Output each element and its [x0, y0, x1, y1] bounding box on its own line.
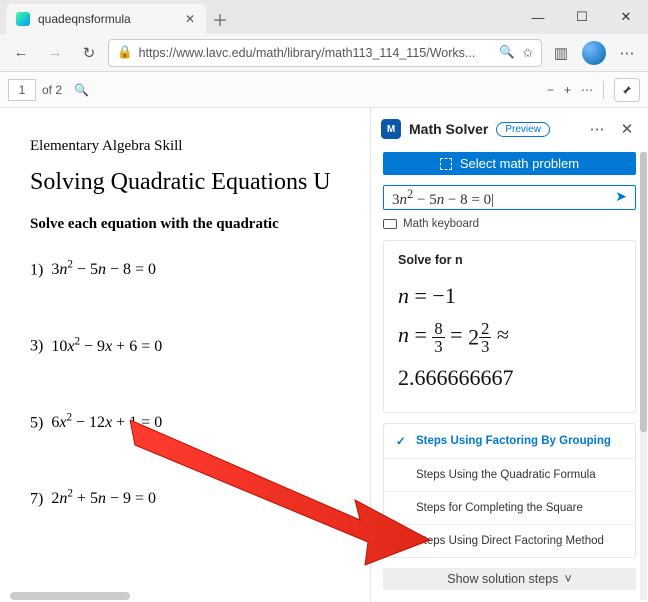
address-bar: ← → ↻ 🔒 https://www.lavc.edu/math/librar… — [0, 34, 648, 72]
pdf-heading: Solving Quadratic Equations U — [30, 169, 360, 196]
crop-icon — [440, 158, 452, 170]
equation-7: 7) 2n2 + 5n − 9 = 0 — [30, 488, 360, 508]
panel-title: Math Solver — [409, 121, 488, 137]
math-keyboard-label: Math keyboard — [403, 218, 479, 230]
solve-for-label: Solve for n — [398, 253, 621, 267]
pdf-search-icon[interactable]: 🔍 — [74, 83, 89, 97]
window-titlebar: quadeqnsformula ✕ ＋ — ☐ ✕ — [0, 0, 648, 34]
window-close-button[interactable]: ✕ — [604, 0, 648, 34]
tab-favicon — [16, 12, 30, 26]
equation-3: 3) 10x2 − 9x + 6 = 0 — [30, 335, 360, 355]
equation-5: 5) 6x2 − 12x + 1 = 0 — [30, 412, 360, 432]
math-input-value: 3n2 − 5n − 8 = 0| — [392, 187, 494, 209]
tab-title: quadeqnsformula — [38, 12, 182, 26]
select-math-problem-button[interactable]: Select math problem — [383, 152, 636, 175]
show-steps-label: Show solution steps — [447, 572, 558, 586]
solution-card: Solve for n n = −1 n = 83 = 223 ≈ 2.6666… — [383, 240, 636, 413]
zoom-icon[interactable]: 🔍 — [499, 45, 515, 60]
solution-1: n = −1 — [398, 279, 621, 312]
select-button-label: Select math problem — [460, 156, 579, 171]
pdf-more-button[interactable]: ⋯ — [581, 83, 593, 97]
method-label: Steps Using Factoring By Grouping — [416, 435, 611, 447]
method-factoring-grouping[interactable]: ✓ Steps Using Factoring By Grouping — [384, 424, 635, 459]
window-minimize-button[interactable]: — — [516, 0, 560, 34]
lock-icon: 🔒 — [117, 45, 133, 60]
panel-header: M Math Solver Preview ⋯ ✕ — [371, 108, 648, 150]
menu-button[interactable]: ⋯ — [612, 38, 642, 68]
back-button[interactable]: ← — [6, 38, 36, 68]
pin-toolbar-button[interactable] — [614, 78, 640, 102]
url-text: https://www.lavc.edu/math/library/math11… — [139, 46, 493, 60]
method-completing-square[interactable]: Steps for Completing the Square — [384, 492, 635, 525]
panel-close-icon[interactable]: ✕ — [616, 120, 638, 138]
collections-button[interactable]: ▥ — [546, 38, 576, 68]
math-solver-logo: M — [381, 119, 401, 139]
math-solver-panel: M Math Solver Preview ⋯ ✕ Select math pr… — [370, 108, 648, 602]
preview-badge: Preview — [496, 122, 550, 137]
keyboard-icon — [383, 219, 397, 229]
new-tab-button[interactable]: ＋ — [206, 4, 234, 34]
pdf-viewer[interactable]: Elementary Algebra Skill Solving Quadrat… — [0, 108, 370, 602]
close-tab-icon[interactable]: ✕ — [182, 12, 198, 26]
pdf-toolbar: 1 of 2 🔍 − + ⋯ — [0, 72, 648, 108]
methods-card: ✓ Steps Using Factoring By Grouping Step… — [383, 423, 636, 558]
pdf-subtitle: Elementary Algebra Skill — [30, 138, 360, 155]
method-label: Steps Using Direct Factoring Method — [416, 535, 604, 547]
solution-2-decimal: 2.666666667 — [398, 361, 621, 394]
math-keyboard-button[interactable]: Math keyboard — [383, 218, 636, 230]
math-input-field[interactable]: 3n2 − 5n − 8 = 0| ➤ — [383, 185, 636, 210]
zoom-out-button[interactable]: − — [547, 83, 554, 97]
refresh-button[interactable]: ↻ — [74, 38, 104, 68]
method-label: Steps for Completing the Square — [416, 502, 583, 514]
panel-more-icon[interactable]: ⋯ — [586, 120, 608, 138]
pdf-instruction: Solve each equation with the quadratic — [30, 216, 360, 233]
browser-tab[interactable]: quadeqnsformula ✕ — [6, 4, 206, 34]
page-total-label: of 2 — [42, 83, 62, 97]
method-quadratic-formula[interactable]: Steps Using the Quadratic Formula — [384, 459, 635, 492]
chevron-down-icon: ˅ — [564, 572, 571, 586]
solution-2: n = 83 = 223 ≈ — [398, 318, 621, 355]
method-label: Steps Using the Quadratic Formula — [416, 469, 596, 481]
show-solution-steps-button[interactable]: Show solution steps ˅ — [383, 568, 636, 590]
url-field[interactable]: 🔒 https://www.lavc.edu/math/library/math… — [108, 39, 542, 67]
favorite-icon[interactable]: ✩ — [523, 45, 533, 60]
send-icon[interactable]: ➤ — [615, 189, 627, 206]
method-direct-factoring[interactable]: Steps Using Direct Factoring Method — [384, 525, 635, 557]
page-number-input[interactable]: 1 — [8, 79, 36, 101]
pdf-horizontal-scrollbar[interactable] — [10, 592, 130, 600]
forward-button[interactable]: → — [40, 38, 70, 68]
zoom-in-button[interactable]: + — [564, 83, 571, 97]
window-maximize-button[interactable]: ☐ — [560, 0, 604, 34]
profile-avatar[interactable] — [582, 41, 606, 65]
panel-scrollbar[interactable] — [640, 152, 647, 600]
equation-1: 1) 3n2 − 5n − 8 = 0 — [30, 259, 360, 279]
check-icon: ✓ — [396, 434, 408, 448]
